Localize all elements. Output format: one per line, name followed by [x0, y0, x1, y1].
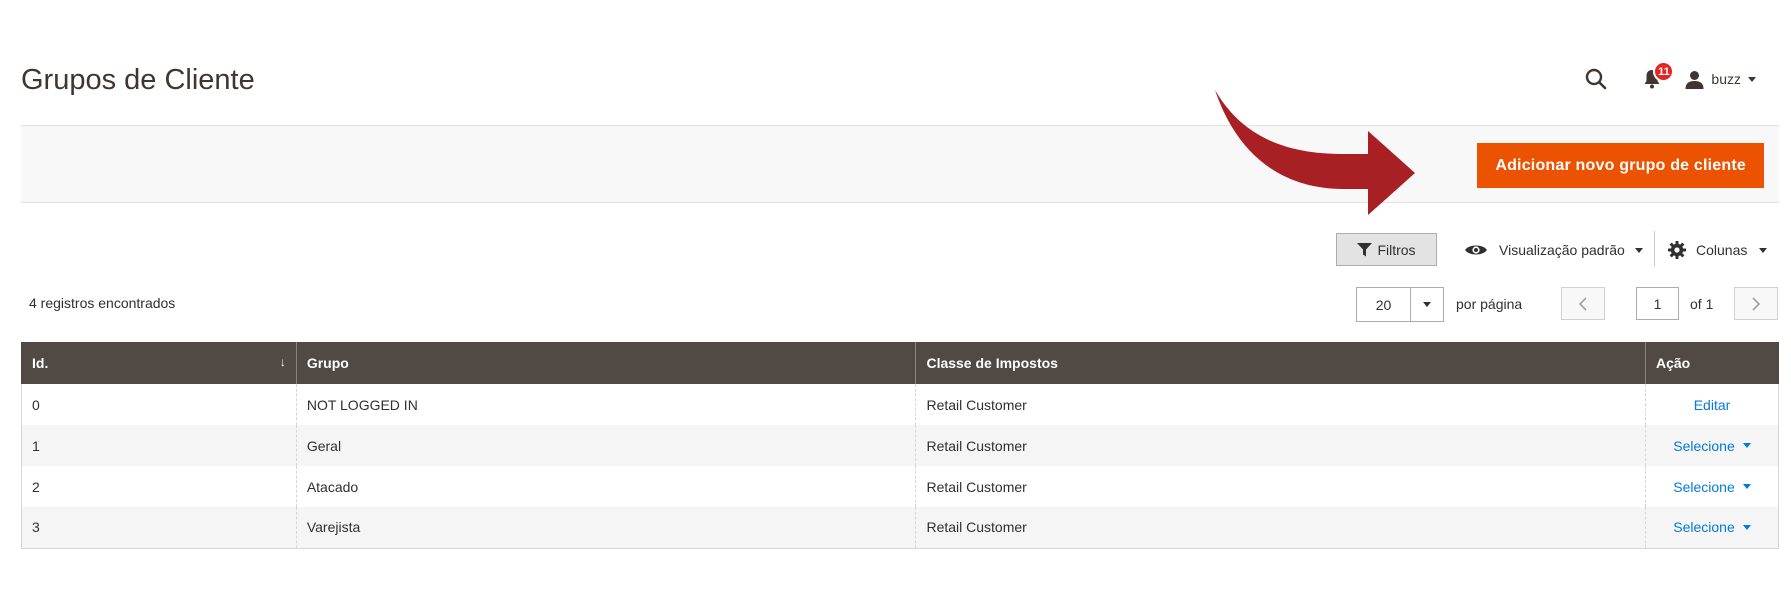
cell-action: Selecione — [1645, 507, 1779, 549]
action-select[interactable]: Selecione — [1673, 519, 1751, 535]
cell-tax-class: Retail Customer — [915, 384, 1646, 425]
chevron-down-icon — [1742, 443, 1751, 448]
columns-button[interactable]: Colunas — [1668, 239, 1768, 261]
column-header-group[interactable]: Grupo — [295, 342, 917, 384]
cell-group: Geral — [295, 425, 917, 466]
view-label: Visualização padrão — [1499, 242, 1625, 258]
chevron-right-icon — [1752, 296, 1761, 311]
filter-icon — [1357, 242, 1373, 256]
add-customer-group-button[interactable]: Adicionar novo grupo de cliente — [1477, 143, 1764, 188]
action-select[interactable]: Selecione — [1673, 479, 1751, 495]
per-page-dropdown-button[interactable] — [1410, 288, 1443, 321]
cell-id: 1 — [21, 425, 297, 466]
cell-id: 0 — [21, 384, 297, 425]
cell-group: Varejista — [295, 507, 917, 549]
chevron-left-icon — [1578, 296, 1587, 311]
column-header-tax-class[interactable]: Classe de Impostos — [915, 342, 1646, 384]
table-row[interactable]: 0 NOT LOGGED IN Retail Customer Editar — [21, 384, 1779, 425]
cell-tax-class: Retail Customer — [915, 507, 1646, 549]
cell-id: 2 — [21, 466, 297, 507]
search-button[interactable] — [1581, 64, 1611, 94]
per-page-select[interactable]: 20 — [1356, 287, 1444, 322]
customer-groups-table: Id. ↓ Grupo Classe de Impostos Ação 0 NOT… — [21, 342, 1779, 549]
chevron-down-icon — [1748, 76, 1756, 82]
column-header-id[interactable]: Id. ↓ — [21, 342, 297, 384]
chevron-down-icon — [1759, 247, 1768, 253]
table-header-row: Id. ↓ Grupo Classe de Impostos Ação — [21, 342, 1779, 384]
action-select-label: Selecione — [1673, 478, 1735, 495]
table-row[interactable]: 2 Atacado Retail Customer Selecione — [21, 466, 1779, 507]
columns-label: Colunas — [1696, 242, 1748, 258]
cell-group: Atacado — [295, 466, 917, 507]
per-page-label: por página — [1456, 296, 1523, 312]
cell-action: Editar — [1645, 384, 1779, 425]
chevron-down-icon — [1742, 524, 1751, 530]
total-pages-label: of 1 — [1690, 296, 1714, 312]
gear-icon — [1668, 241, 1686, 259]
per-page-value: 20 — [1375, 296, 1392, 313]
sort-arrow-icon: ↓ — [279, 355, 286, 369]
user-name: buzz — [1711, 71, 1741, 87]
chevron-down-icon — [1634, 247, 1643, 253]
cell-action: Selecione — [1645, 425, 1779, 466]
filters-button[interactable]: Filtros — [1336, 233, 1437, 266]
cell-action: Selecione — [1645, 466, 1779, 507]
view-switcher[interactable]: Visualização padrão — [1464, 239, 1643, 261]
next-page-button[interactable] — [1734, 287, 1778, 320]
user-icon — [1685, 70, 1704, 89]
cell-id: 3 — [21, 507, 297, 549]
notifications-badge: 11 — [1653, 61, 1675, 82]
filters-label: Filtros — [1377, 241, 1416, 258]
action-select-label: Selecione — [1673, 437, 1735, 454]
table-row[interactable]: 1 Geral Retail Customer Selecione — [21, 425, 1779, 466]
action-select[interactable]: Selecione — [1673, 438, 1751, 454]
edit-link[interactable]: Editar — [1694, 397, 1731, 413]
action-select-label: Selecione — [1673, 519, 1735, 536]
column-header-action: Ação — [1645, 342, 1779, 384]
cell-group: NOT LOGGED IN — [295, 384, 917, 425]
notifications-button[interactable]: 11 — [1637, 61, 1675, 94]
user-menu[interactable]: buzz — [1685, 70, 1756, 89]
cell-tax-class: Retail Customer — [915, 466, 1646, 507]
records-found: 4 registros encontrados — [29, 295, 176, 311]
toolbar-divider — [1654, 231, 1655, 267]
table-row[interactable]: 3 Varejista Retail Customer Selecione — [21, 507, 1779, 549]
header-actions: 11 buzz — [1581, 61, 1756, 94]
page-actions-bar: Adicionar novo grupo de cliente — [21, 125, 1779, 203]
chevron-down-icon — [1423, 302, 1431, 307]
page-number-input[interactable] — [1636, 287, 1679, 320]
search-icon — [1586, 68, 1607, 90]
eye-icon — [1465, 245, 1487, 255]
previous-page-button[interactable] — [1561, 287, 1605, 320]
page-title: Grupos de Cliente — [21, 64, 255, 96]
chevron-down-icon — [1742, 484, 1751, 489]
cell-tax-class: Retail Customer — [915, 425, 1646, 466]
